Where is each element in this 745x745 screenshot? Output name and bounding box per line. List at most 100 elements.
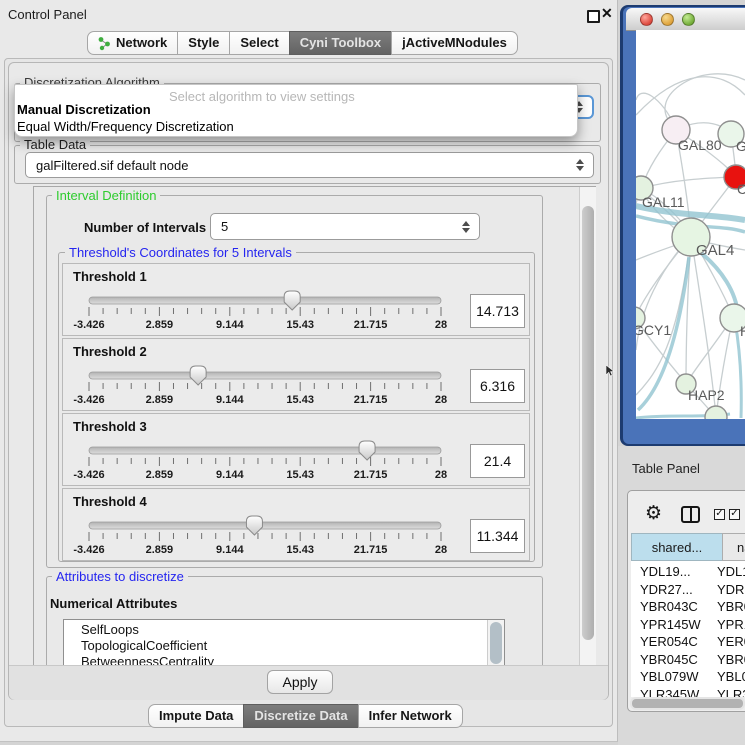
table-column-header-name[interactable]: na xyxy=(722,533,745,561)
network-node-label: GA xyxy=(736,138,745,154)
table-cell-name[interactable]: YBL0 xyxy=(717,669,745,684)
threshold-slider[interactable]: -3.4262.8599.14415.4321.71528 xyxy=(63,513,531,559)
svg-text:2.859: 2.859 xyxy=(146,394,174,406)
table-data-combo[interactable]: galFiltered.sif default node xyxy=(25,152,594,178)
tab-label: Cyni Toolbox xyxy=(300,32,381,54)
thresholds-group-title: Threshold's Coordinates for 5 Intervals xyxy=(65,246,296,259)
threshold-label: Threshold 3 xyxy=(73,419,147,434)
tab-label: Infer Network xyxy=(369,705,452,727)
table-cell-name[interactable]: YLR3 xyxy=(717,687,745,698)
tab-style[interactable]: Style xyxy=(177,31,230,55)
table-cell-name[interactable]: YBR0 xyxy=(717,652,745,667)
table-cell-name[interactable]: YPR1 xyxy=(717,617,745,632)
svg-text:2.859: 2.859 xyxy=(146,469,174,481)
table-column-header-shared-name[interactable]: shared... xyxy=(631,533,723,561)
dropdown-item-manual-discretization[interactable]: Manual Discretization xyxy=(17,102,151,117)
stepper-arrows-icon xyxy=(462,221,470,233)
table-cell-name[interactable]: YER0 xyxy=(717,634,745,649)
svg-text:21.715: 21.715 xyxy=(354,469,388,481)
list-scrollbar-thumb[interactable] xyxy=(490,622,502,664)
split-columns-icon[interactable] xyxy=(681,506,700,523)
table-cell-shared-name[interactable]: YDR27... xyxy=(640,582,693,597)
threshold-label: Threshold 2 xyxy=(73,344,147,359)
svg-text:15.43: 15.43 xyxy=(286,469,314,481)
table-cell-shared-name[interactable]: YBR045C xyxy=(640,652,698,667)
attributes-group-title: Attributes to discretize xyxy=(52,570,188,583)
svg-text:28: 28 xyxy=(435,544,447,556)
tab-infer-network[interactable]: Infer Network xyxy=(358,704,463,728)
table-data-combo-value: galFiltered.sif default node xyxy=(36,158,188,173)
slider-thumb[interactable] xyxy=(359,441,375,460)
apply-button[interactable]: Apply xyxy=(267,670,333,694)
tab-select[interactable]: Select xyxy=(229,31,289,55)
table-rows[interactable]: YDL19... YDL1 YDR27... YDR2 YBR043C YBR0 YPR14… xyxy=(631,561,745,697)
threshold-label: Threshold 4 xyxy=(73,494,147,509)
threshold-row: Threshold 1-3.4262.8599.14415.4321.71528… xyxy=(62,263,530,336)
table-cell-name[interactable]: YDR2 xyxy=(717,582,745,597)
tab-label: jActiveMNodules xyxy=(402,32,507,54)
close-traffic-light-icon[interactable] xyxy=(640,13,653,26)
number-of-intervals-combo[interactable]: 5 xyxy=(210,213,480,240)
tab-label: Discretize Data xyxy=(254,705,347,727)
table-cell-shared-name[interactable]: YDL19... xyxy=(640,564,691,579)
svg-text:15.43: 15.43 xyxy=(286,394,314,406)
vertical-scrollbar[interactable] xyxy=(579,187,596,666)
table-cell-name[interactable]: YBR0 xyxy=(717,599,745,614)
threshold-slider[interactable]: -3.4262.8599.14415.4321.71528 xyxy=(63,363,531,409)
tab-cyni-toolbox[interactable]: Cyni Toolbox xyxy=(289,31,392,55)
svg-text:-3.426: -3.426 xyxy=(73,544,104,556)
threshold-value-field[interactable]: 21.4 xyxy=(470,444,525,478)
bottom-tab-bar: Impute Data Discretize Data Infer Network xyxy=(148,704,463,726)
gear-icon[interactable]: ⚙ xyxy=(645,504,662,523)
svg-text:-3.426: -3.426 xyxy=(73,469,104,481)
tab-label: Select xyxy=(240,32,278,54)
table-cell-name[interactable]: YDL1 xyxy=(717,564,745,579)
threshold-value-field[interactable]: 11.344 xyxy=(470,519,525,553)
svg-text:2.859: 2.859 xyxy=(146,544,174,556)
tab-impute-data[interactable]: Impute Data xyxy=(148,704,244,728)
svg-text:21.715: 21.715 xyxy=(354,544,388,556)
list-item[interactable]: SelfLoops xyxy=(81,622,139,637)
table-cell-shared-name[interactable]: YLR345W xyxy=(640,687,699,698)
table-cell-shared-name[interactable]: YBL079W xyxy=(640,669,699,684)
network-canvas[interactable]: GAL80GACGAL11GAL4GCY1HHAP2 xyxy=(636,30,745,419)
close-icon[interactable]: ✕ xyxy=(601,5,613,22)
network-node-label: GAL4 xyxy=(696,242,734,259)
tab-network[interactable]: Network xyxy=(87,31,178,55)
slider-thumb[interactable] xyxy=(190,366,206,385)
control-panel-window: Control Panel ✕ NetworkStyleSelectCyni T… xyxy=(0,0,618,742)
table-data-group-title: Table Data xyxy=(20,138,90,151)
table-panel-title: Table Panel xyxy=(632,461,700,476)
checkbox-checked-icon[interactable]: ✓ xyxy=(714,509,725,520)
slider-thumb[interactable] xyxy=(284,291,300,310)
table-cell-shared-name[interactable]: YPR145W xyxy=(640,617,701,632)
threshold-slider[interactable]: -3.4262.8599.14415.4321.71528 xyxy=(63,438,531,484)
svg-text:28: 28 xyxy=(435,394,447,406)
svg-text:-3.426: -3.426 xyxy=(73,394,104,406)
network-node-label: HAP2 xyxy=(688,387,725,403)
network-window-titlebar[interactable] xyxy=(626,8,745,31)
tab-jactivemnodules[interactable]: jActiveMNodules xyxy=(391,31,518,55)
svg-text:9.144: 9.144 xyxy=(216,394,244,406)
threshold-slider[interactable]: -3.4262.8599.14415.4321.71528 xyxy=(63,288,531,334)
svg-text:21.715: 21.715 xyxy=(354,319,388,331)
float-window-icon[interactable] xyxy=(587,10,600,23)
interval-definition-title: Interval Definition xyxy=(52,189,160,202)
minimize-traffic-light-icon[interactable] xyxy=(661,13,674,26)
vertical-scrollbar-thumb[interactable] xyxy=(582,206,594,640)
zoom-traffic-light-icon[interactable] xyxy=(682,13,695,26)
numerical-attributes-label: Numerical Attributes xyxy=(50,596,177,611)
table-cell-shared-name[interactable]: YER054C xyxy=(640,634,698,649)
numerical-attributes-list[interactable]: SelfLoopsTopologicalCoefficientBetweenne… xyxy=(63,619,505,666)
threshold-value-field[interactable]: 14.713 xyxy=(470,294,525,328)
slider-thumb[interactable] xyxy=(246,516,262,535)
horizontal-scrollbar-thumb[interactable] xyxy=(632,699,743,708)
threshold-row: Threshold 2-3.4262.8599.14415.4321.71528… xyxy=(62,338,530,411)
table-cell-shared-name[interactable]: YBR043C xyxy=(640,599,698,614)
tab-label: Network xyxy=(116,32,167,54)
tab-discretize-data[interactable]: Discretize Data xyxy=(243,704,358,728)
dropdown-item-equal-width[interactable]: Equal Width/Frequency Discretization xyxy=(17,119,234,134)
threshold-value-field[interactable]: 6.316 xyxy=(470,369,525,403)
checkbox-checked-icon[interactable]: ✓ xyxy=(729,509,740,520)
list-item[interactable]: TopologicalCoefficient xyxy=(81,638,207,653)
